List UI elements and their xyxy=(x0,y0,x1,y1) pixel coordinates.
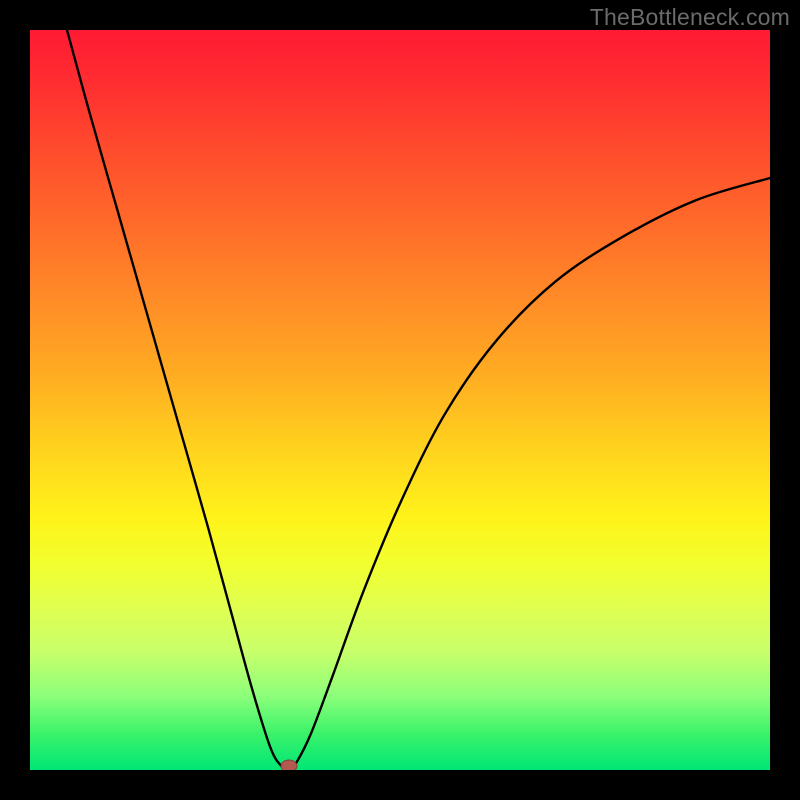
curve-svg xyxy=(30,30,770,770)
curve-right-branch xyxy=(289,178,770,770)
watermark-text: TheBottleneck.com xyxy=(590,4,790,31)
curve-left-branch xyxy=(67,30,289,770)
bottleneck-marker xyxy=(281,760,297,770)
plot-area xyxy=(30,30,770,770)
chart-frame: TheBottleneck.com xyxy=(0,0,800,800)
